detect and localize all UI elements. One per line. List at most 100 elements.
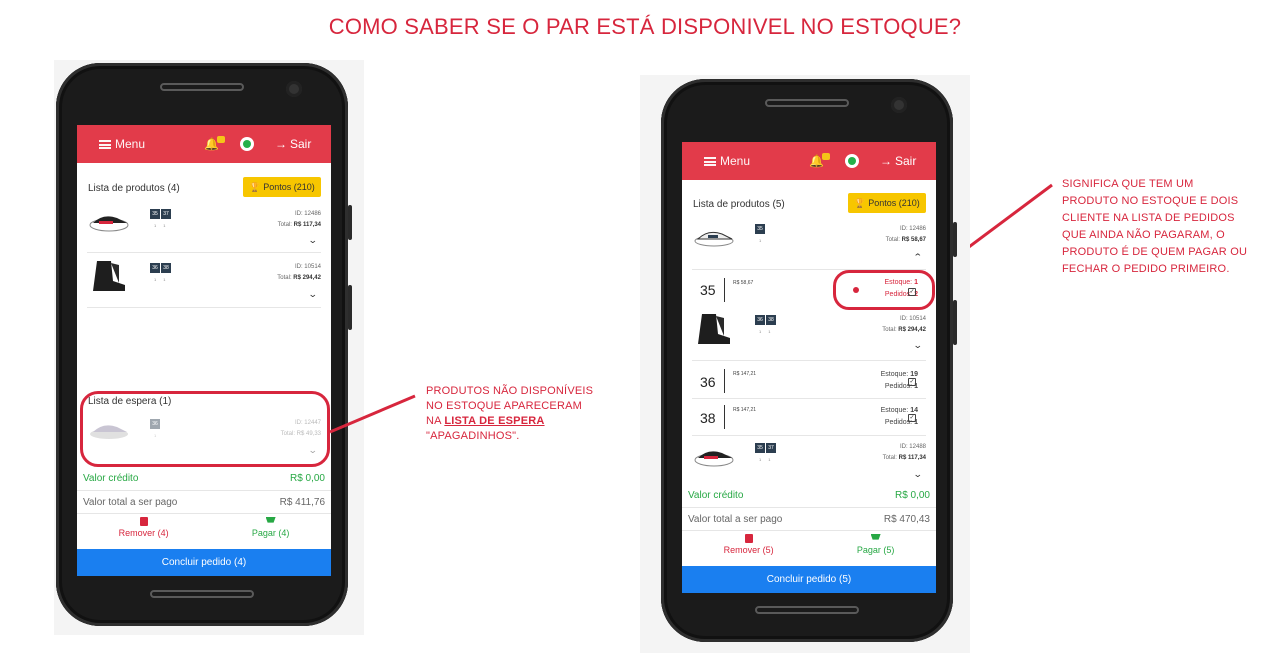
size-separator xyxy=(724,369,725,393)
size-tags: 36 38 xyxy=(755,315,776,325)
quantities: 1 xyxy=(759,238,761,243)
annotation-line: NA LISTA DE ESPERA xyxy=(426,414,593,429)
product-list-title: Lista de produtos (5) xyxy=(693,199,785,210)
shoe-image xyxy=(694,231,734,247)
logout-button[interactable]: → Sair xyxy=(880,154,916,168)
size-tag: 37 xyxy=(766,443,776,453)
product-total-line: Total: R$ 117,34 xyxy=(883,453,926,464)
size-tag: 36 xyxy=(755,315,765,325)
action-bar: Remover (5) Pagar (5) xyxy=(682,534,936,555)
annotation-line: QUE AINDA NÃO PAGARAM, O xyxy=(1062,229,1225,241)
product-id: ID: 12486 xyxy=(899,226,926,232)
select-checkbox[interactable]: ✓ xyxy=(908,378,916,386)
right-menu-button[interactable]: Menu xyxy=(704,154,750,168)
logout-icon: → xyxy=(880,154,892,168)
annotation-line: FECHAR O PEDIDO PRIMEIRO. xyxy=(1062,263,1230,275)
total-value: R$ 294,42 xyxy=(898,327,926,333)
total-value: R$ 117,34 xyxy=(898,455,926,461)
total-row: Valor total a ser pago R$ 470,43 xyxy=(688,514,930,525)
size-price: R$ 147,21 xyxy=(733,371,757,377)
annotation-line: "APAGADINHOS". xyxy=(426,430,520,442)
total-value: R$ 58,67 xyxy=(901,237,926,243)
conclude-order-button[interactable]: Concluir pedido (5) xyxy=(682,566,936,593)
row-divider xyxy=(682,507,936,508)
select-checkbox[interactable]: ✓ xyxy=(908,414,916,422)
row-divider xyxy=(692,360,926,361)
annotation-line: PRODUTO NO ESTOQUE E DOIS xyxy=(1062,195,1239,207)
size-price: R$ 58,67 xyxy=(733,280,754,286)
row-divider xyxy=(692,435,926,436)
menu-label: Menu xyxy=(720,154,751,168)
stock-label: Estoque: xyxy=(880,407,909,414)
remove-label: Remover (5) xyxy=(723,545,774,555)
size-number: 36 xyxy=(700,374,716,390)
right-phone-home-bar xyxy=(755,606,859,614)
product-total-line: Total: R$ 58,67 xyxy=(886,235,926,246)
points-button[interactable]: 🏆 Pontos (210) xyxy=(848,193,926,213)
size-tag: 35 xyxy=(755,224,765,234)
annotation-line: PRODUTO É DE QUEM PAGAR OU xyxy=(1062,246,1248,258)
product-total-line: Total: R$ 294,42 xyxy=(882,325,926,336)
pay-label: Pagar (5) xyxy=(856,545,895,555)
points-label: Pontos (210) xyxy=(868,198,920,208)
quantity: 1 xyxy=(768,457,771,462)
credit-value: R$ 0,00 xyxy=(894,490,930,501)
right-phone-side-button xyxy=(953,222,957,257)
total-label: Total: xyxy=(885,237,900,243)
size-tags: 35 xyxy=(755,224,765,234)
whatsapp-icon[interactable] xyxy=(845,154,859,168)
size-separator xyxy=(724,405,725,429)
quantity: 1 xyxy=(768,329,771,334)
chevron-down-icon[interactable]: ⌃ xyxy=(913,252,923,263)
quantities: 1 1 xyxy=(759,457,770,462)
annotation-line: NO ESTOQUE APARECERAM xyxy=(426,400,582,412)
size-number: 35 xyxy=(700,282,716,298)
annotation-right: SIGNIFICA QUE TEM UM PRODUTO NO ESTOQUE … xyxy=(1062,176,1247,278)
size-number: 38 xyxy=(700,410,716,426)
product-info: ID: 10514 Total: R$ 294,42 xyxy=(882,314,926,336)
row-divider xyxy=(682,530,936,531)
total-value: R$ 470,43 xyxy=(883,514,930,525)
size-tag: 35 xyxy=(755,443,765,453)
size-tags: 35 37 xyxy=(755,443,776,453)
product-info: ID: 12488 Total: R$ 117,34 xyxy=(883,442,926,464)
shoe-image xyxy=(694,451,734,467)
total-label: Total: xyxy=(882,455,897,461)
stock-highlight xyxy=(833,270,935,310)
annotation-line: PRODUTOS NÃO DISPONÍVEIS xyxy=(426,385,594,397)
annotation-line: CLIENTE NA LISTA DE PEDIDOS xyxy=(1062,212,1235,224)
pay-button[interactable]: Pagar (5) xyxy=(856,534,895,555)
quantity: 1 xyxy=(759,238,762,243)
product-id: ID: 10514 xyxy=(899,316,926,322)
remove-button[interactable]: Remover (5) xyxy=(724,534,774,555)
size-price: R$ 147,21 xyxy=(733,407,757,413)
boot-image xyxy=(698,314,730,344)
right-phone-speaker xyxy=(765,99,849,107)
product-info: ID: 12486 Total: R$ 58,67 xyxy=(886,224,926,246)
right-phone-camera xyxy=(891,97,907,113)
menu-icon xyxy=(704,156,716,166)
right-screen: Menu 🔔 → Sair Lista de produtos (5) 🏆 Po… xyxy=(682,142,936,593)
chevron-down-icon[interactable]: ⌄ xyxy=(913,340,923,351)
right-topbar: Menu 🔔 → Sair xyxy=(682,142,936,180)
trophy-icon: 🏆 xyxy=(854,197,866,208)
waiting-list-emphasis: LISTA DE ESPERA xyxy=(444,415,545,427)
quantity: 1 xyxy=(759,329,762,334)
stock-value: 19 xyxy=(910,371,918,378)
quantities: 1 1 xyxy=(759,329,770,334)
quantity: 1 xyxy=(759,457,762,462)
credit-label: Valor crédito xyxy=(688,490,744,501)
total-label: Valor total a ser pago xyxy=(688,514,783,525)
cart-icon xyxy=(870,534,881,540)
row-divider xyxy=(692,398,926,399)
logout-label: Sair xyxy=(895,154,917,168)
stock-label: Estoque: xyxy=(880,371,909,378)
annotation-left: PRODUTOS NÃO DISPONÍVEIS NO ESTOQUE APAR… xyxy=(426,384,593,444)
size-separator xyxy=(724,278,725,302)
annotation-line: SIGNIFICA QUE TEM UM xyxy=(1062,178,1194,190)
trash-icon xyxy=(744,534,753,543)
right-phone-side-button-2 xyxy=(953,300,957,345)
chevron-down-icon[interactable]: ⌄ xyxy=(913,469,923,480)
stock-value: 14 xyxy=(910,407,918,414)
size-tag: 38 xyxy=(766,315,776,325)
